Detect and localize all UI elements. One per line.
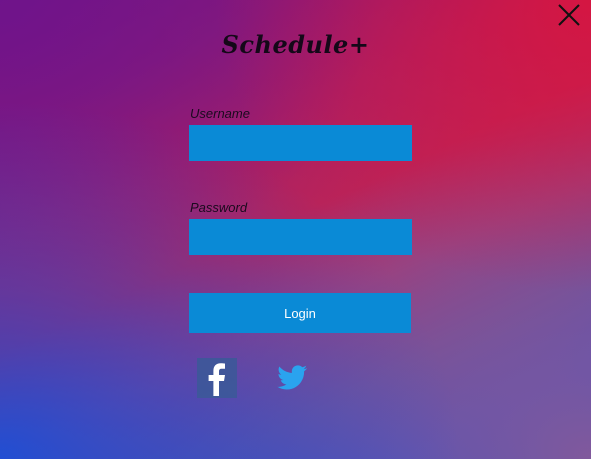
login-button[interactable]: Login <box>189 293 411 333</box>
app-title: Schedule+ <box>221 30 370 59</box>
twitter-icon <box>277 365 308 390</box>
username-label: Username <box>190 106 250 121</box>
close-icon <box>558 4 580 26</box>
facebook-icon <box>197 358 237 398</box>
close-button[interactable] <box>556 2 582 28</box>
username-input[interactable] <box>189 125 412 161</box>
password-input[interactable] <box>189 219 412 255</box>
facebook-button[interactable] <box>197 358 237 398</box>
twitter-button[interactable] <box>272 358 312 398</box>
password-label: Password <box>190 200 248 215</box>
